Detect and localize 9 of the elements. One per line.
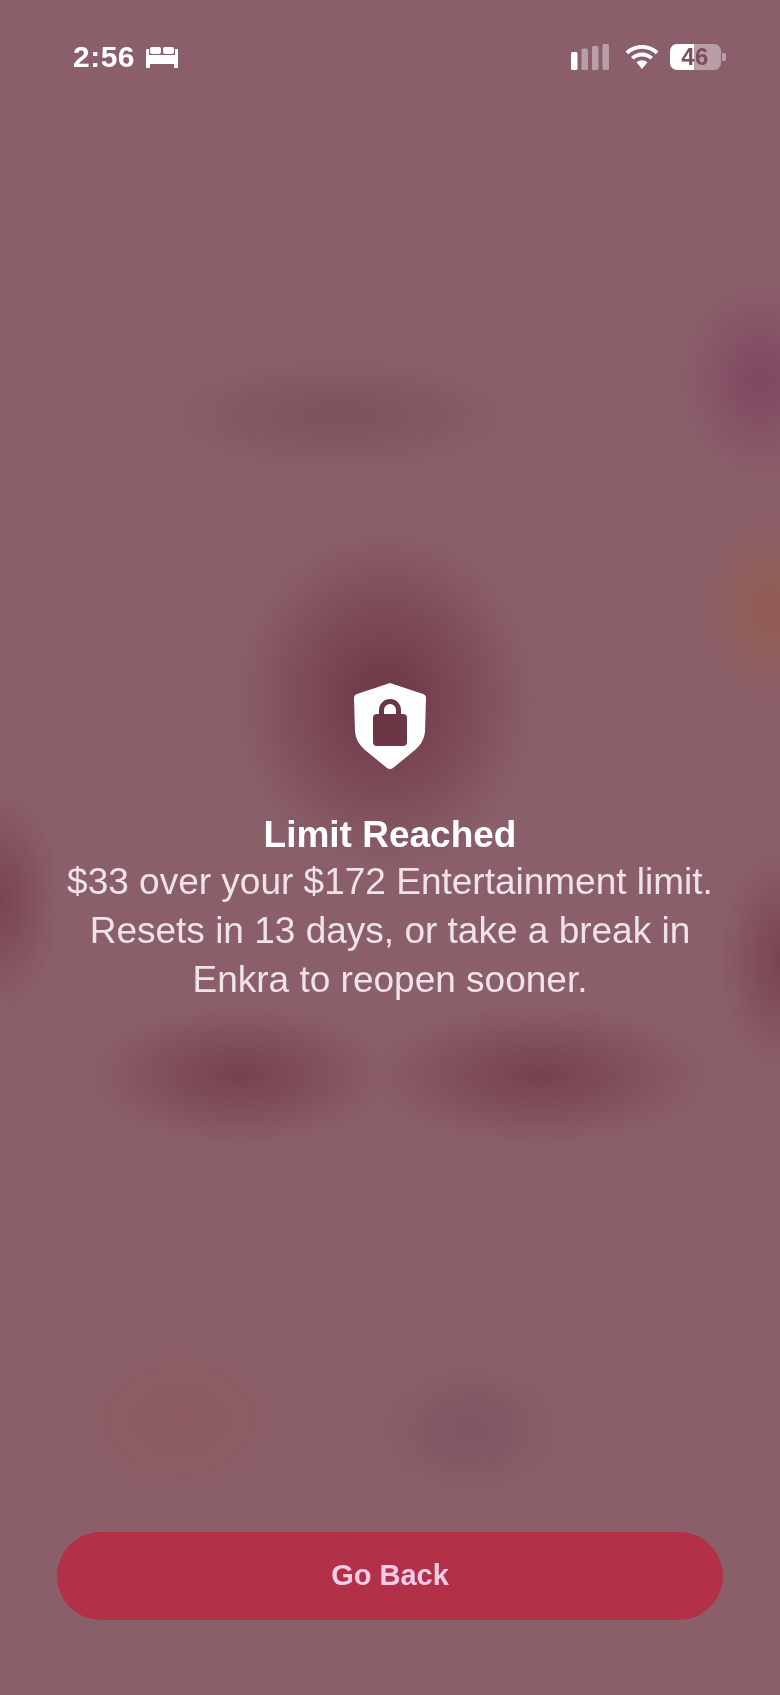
shield-lock-icon: [353, 682, 427, 770]
go-back-button[interactable]: Go Back: [57, 1532, 723, 1620]
bed-icon: [146, 46, 179, 68]
alert-title: Limit Reached: [263, 813, 517, 857]
cellular-signal-icon: [570, 44, 610, 70]
wifi-icon: [624, 45, 659, 69]
clock-time: 2:56: [73, 44, 136, 70]
alert-message: $33 over your $172 Entertainment limit. Resets in 13 days, or take a break in Enkra to reopen sooner.: [66, 860, 714, 1002]
battery-tip-icon: [722, 53, 726, 61]
